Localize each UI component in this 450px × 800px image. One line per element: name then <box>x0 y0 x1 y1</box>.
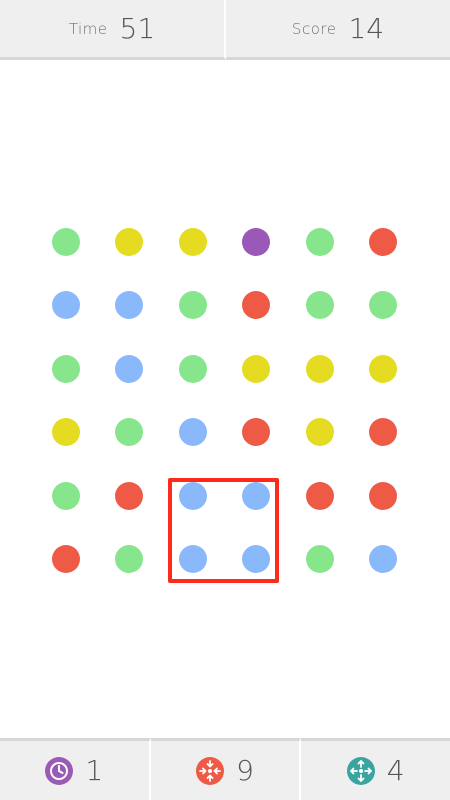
dot-yellow[interactable] <box>305 354 334 383</box>
dot-green[interactable] <box>52 228 80 256</box>
dot-yellow[interactable] <box>369 354 397 383</box>
time-value: 51 <box>119 12 156 45</box>
dot-blue[interactable] <box>115 291 144 320</box>
dot-yellow[interactable] <box>178 228 207 256</box>
dot-blue[interactable] <box>115 354 144 383</box>
dot-green[interactable] <box>115 418 144 447</box>
dot-green[interactable] <box>369 291 397 320</box>
dot-red[interactable] <box>242 291 271 320</box>
dot-red[interactable] <box>369 228 397 256</box>
square-selection-highlight <box>168 478 279 583</box>
dot-red[interactable] <box>115 481 144 510</box>
dot-blue[interactable] <box>369 545 397 573</box>
dot-yellow[interactable] <box>115 228 144 256</box>
dot-green[interactable] <box>115 545 144 573</box>
expander-count: 4 <box>386 754 405 787</box>
timestop-count: 1 <box>85 754 104 787</box>
dot-purple[interactable] <box>242 228 271 256</box>
dot-green[interactable] <box>305 228 334 256</box>
score-value: 14 <box>348 12 385 45</box>
dot-green[interactable] <box>305 545 334 573</box>
score-label: Score <box>291 19 337 38</box>
clock-icon <box>45 756 74 785</box>
dot-green[interactable] <box>305 291 334 320</box>
dot-green[interactable] <box>178 354 207 383</box>
top-bar: Time 51 Score 14 <box>0 0 450 60</box>
dot-green[interactable] <box>52 354 80 383</box>
score-display: Score 14 <box>226 0 450 60</box>
powerup-expander-button[interactable]: 4 <box>301 738 450 800</box>
dot-red[interactable] <box>305 481 334 510</box>
dot-green[interactable] <box>52 481 80 510</box>
powerup-timestop-button[interactable]: 1 <box>0 738 151 800</box>
time-label: Time <box>68 19 108 38</box>
dot-yellow[interactable] <box>242 354 271 383</box>
dot-blue[interactable] <box>52 291 80 320</box>
dot-red[interactable] <box>242 418 271 447</box>
expander-icon <box>346 756 375 785</box>
dot-red[interactable] <box>52 545 80 573</box>
dot-yellow[interactable] <box>52 418 80 447</box>
dot-red[interactable] <box>369 481 397 510</box>
dot-green[interactable] <box>178 291 207 320</box>
shrinker-icon <box>196 756 225 785</box>
powerup-bar: 1 9 4 <box>0 738 450 800</box>
shrinker-count: 9 <box>236 754 254 787</box>
dot-yellow[interactable] <box>305 418 334 447</box>
powerup-shrinker-button[interactable]: 9 <box>150 738 302 800</box>
time-display: Time 51 <box>0 0 226 60</box>
dot-red[interactable] <box>369 418 397 447</box>
game-screen: Time 51 Score 14 1 9 4 <box>0 0 450 800</box>
dot-blue[interactable] <box>178 418 207 447</box>
